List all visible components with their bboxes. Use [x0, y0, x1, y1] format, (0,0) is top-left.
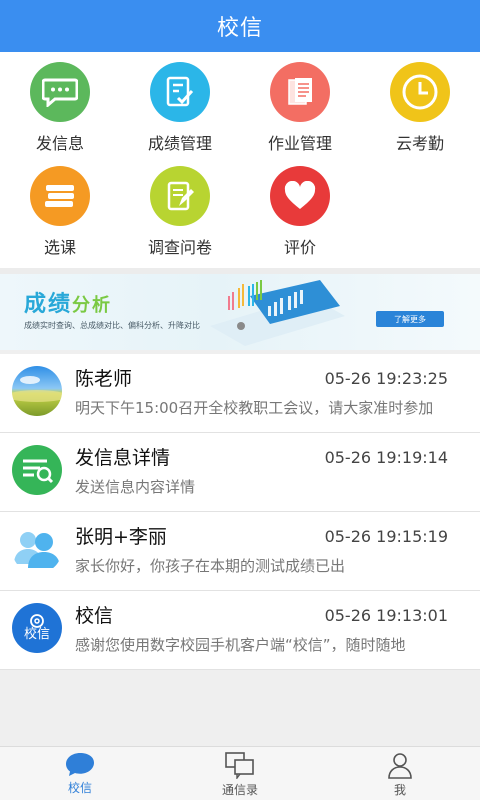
grid-item-survey[interactable]: 调查问卷	[120, 156, 240, 260]
grid-item-label: 发信息	[35, 134, 84, 153]
chat-icon	[30, 62, 90, 122]
books-icon	[30, 166, 90, 226]
message-time: 05-26 19:15:19	[324, 527, 448, 546]
message-time: 05-26 19:19:14	[324, 448, 448, 467]
message-row[interactable]: 陈老师 05-26 19:23:25 明天下午15:00召开全校教职工会议，请大…	[0, 354, 480, 433]
mail-at-icon	[30, 614, 44, 628]
bottom-tab-bar: 校信 通信录 我	[0, 746, 480, 800]
tab-label: 校信	[67, 781, 92, 795]
tab-label: 通信录	[221, 783, 258, 797]
report-icon	[150, 62, 210, 122]
tab-label: 我	[393, 783, 406, 797]
message-preview: 明天下午15:00召开全校教职工会议，请大家准时参加	[75, 399, 434, 417]
tab-contacts[interactable]: 通信录	[160, 747, 320, 800]
person-icon	[388, 753, 412, 779]
banner-title-part1: 成绩	[24, 292, 73, 317]
tab-me[interactable]: 我	[320, 747, 480, 800]
grid-item-evaluation[interactable]: 评价	[240, 156, 360, 260]
sender-name: 校信	[75, 605, 114, 627]
message-preview: 感谢您使用数字校园手机客户端“校信”，随时随地	[75, 636, 406, 654]
sender-name: 陈老师	[75, 368, 133, 390]
grid-item-homework-management[interactable]: 作业管理	[240, 52, 360, 156]
message-preview: 发送信息内容详情	[75, 478, 196, 496]
grid-item-label: 选课	[43, 238, 76, 257]
grid-item-label: 云考勤	[395, 134, 444, 153]
grid-item-label: 作业管理	[267, 134, 332, 153]
contacts-icon	[225, 752, 254, 779]
message-preview: 家长你好，你孩子在本期的测试成绩已出	[75, 557, 346, 575]
heart-icon	[270, 166, 330, 226]
message-detail-icon	[12, 445, 62, 495]
sender-name: 张明+李丽	[75, 526, 167, 548]
app-header: 校信	[0, 0, 480, 52]
page-title: 校信	[216, 16, 263, 41]
group-icon	[12, 524, 62, 574]
tab-messages[interactable]: 校信	[0, 747, 160, 800]
landscape-avatar	[12, 366, 62, 416]
clock-icon	[390, 62, 450, 122]
grid-item-label: 成绩管理	[147, 134, 212, 153]
banner-page-indicator	[237, 322, 245, 330]
banner-title-part2: 分析	[72, 295, 113, 316]
message-time: 05-26 19:23:25	[324, 369, 448, 388]
function-grid: 发信息 成绩管理 作业管理 云考勤 选课 调查问卷 评价	[0, 52, 480, 268]
chat-bubble-icon	[66, 753, 94, 776]
promo-banner[interactable]: 成绩分析 成绩实时查询、总成绩对比、偏科分析、升降对比 了解更多	[0, 274, 480, 350]
message-time: 05-26 19:13:01	[324, 606, 448, 625]
message-list: 陈老师 05-26 19:23:25 明天下午15:00召开全校教职工会议，请大…	[0, 354, 480, 670]
banner-title: 成绩分析	[24, 286, 112, 318]
documents-icon	[270, 62, 330, 122]
avatar-text: 校信	[23, 627, 50, 642]
learn-more-button[interactable]: 了解更多	[376, 311, 444, 327]
message-row[interactable]: 发信息详情 05-26 19:19:14 发送信息内容详情	[0, 433, 480, 512]
school-logo-icon: 校信	[12, 603, 62, 653]
sender-name: 发信息详情	[75, 447, 171, 469]
message-row[interactable]: 张明+李丽 05-26 19:15:19 家长你好，你孩子在本期的测试成绩已出	[0, 512, 480, 591]
survey-icon	[150, 166, 210, 226]
grid-item-label: 调查问卷	[147, 238, 212, 257]
grid-item-course-selection[interactable]: 选课	[0, 156, 120, 260]
message-row[interactable]: 校信 校信 05-26 19:13:01 感谢您使用数字校园手机客户端“校信”，…	[0, 591, 480, 670]
banner-subtitle: 成绩实时查询、总成绩对比、偏科分析、升降对比	[24, 321, 200, 330]
grid-item-grade-management[interactable]: 成绩管理	[120, 52, 240, 156]
grid-item-label: 评价	[283, 238, 316, 257]
banner-chart-illustration	[210, 280, 345, 346]
grid-item-send-message[interactable]: 发信息	[0, 52, 120, 156]
grid-item-attendance[interactable]: 云考勤	[360, 52, 480, 156]
